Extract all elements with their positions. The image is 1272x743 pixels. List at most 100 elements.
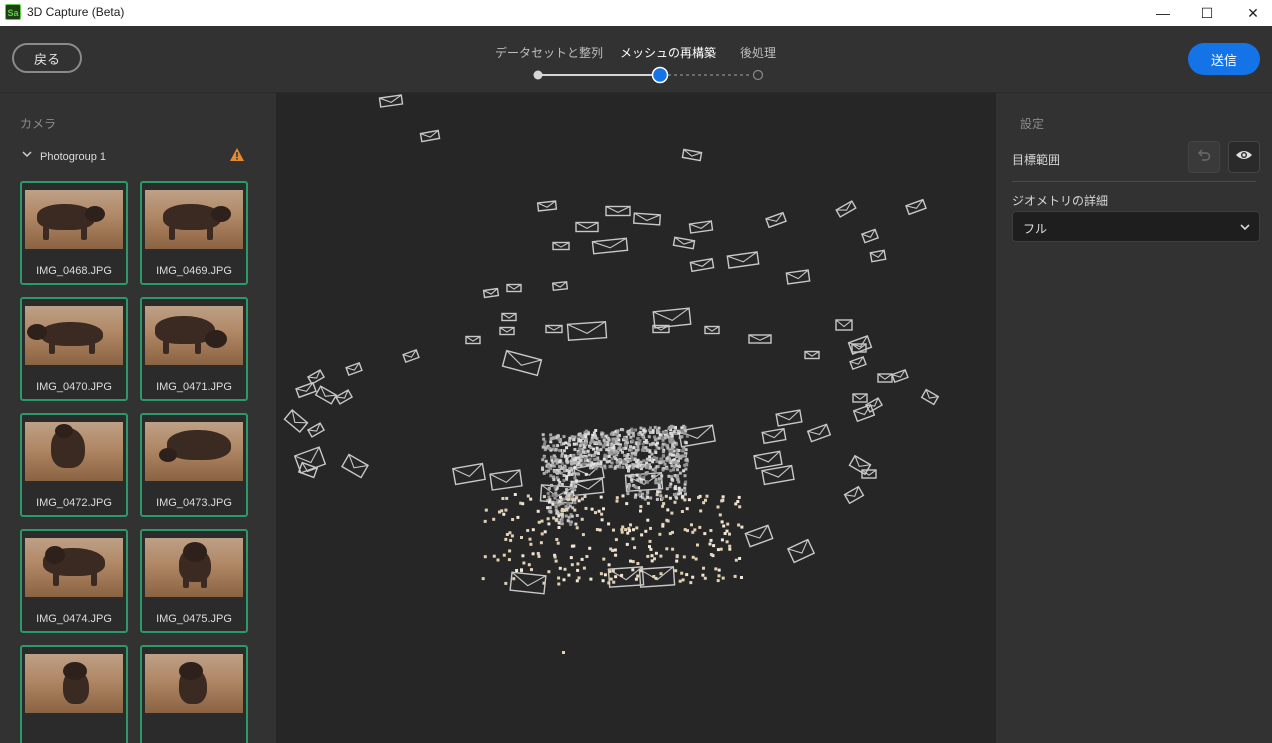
thumbnail-image bbox=[25, 538, 123, 597]
undo-icon bbox=[1196, 147, 1212, 168]
camera-frustum[interactable] bbox=[419, 129, 441, 143]
camera-frustum[interactable] bbox=[506, 283, 522, 293]
camera-thumbnail[interactable]: IMG_0468.JPG bbox=[20, 181, 128, 285]
settings-divider bbox=[1012, 181, 1256, 182]
camera-frustum[interactable] bbox=[852, 393, 868, 403]
camera-frustum[interactable] bbox=[860, 228, 880, 244]
camera-frustum[interactable] bbox=[852, 403, 876, 423]
camera-frustum[interactable] bbox=[843, 485, 865, 505]
camera-frustum[interactable] bbox=[869, 249, 887, 263]
camera-frustum[interactable] bbox=[835, 200, 857, 218]
eye-icon bbox=[1235, 148, 1253, 166]
camera-frustum[interactable] bbox=[835, 319, 853, 331]
toggle-target-visibility-button[interactable] bbox=[1228, 141, 1260, 173]
camera-frustum[interactable] bbox=[753, 450, 783, 470]
camera-frustum[interactable] bbox=[765, 211, 787, 229]
camera-frustum[interactable] bbox=[552, 241, 570, 251]
camera-thumbnail[interactable]: IMG_0470.JPG bbox=[20, 297, 128, 401]
camera-frustum[interactable] bbox=[848, 454, 872, 476]
camera-frustum[interactable] bbox=[920, 388, 940, 406]
geometry-detail-value: フル bbox=[1023, 222, 1048, 236]
camera-frustum[interactable] bbox=[775, 409, 803, 427]
camera-frustum[interactable] bbox=[536, 200, 558, 212]
reset-target-button[interactable] bbox=[1188, 141, 1220, 173]
camera-frustum[interactable] bbox=[499, 326, 515, 336]
camera-frustum[interactable] bbox=[283, 408, 309, 434]
camera-frustum[interactable] bbox=[465, 335, 481, 345]
step-dot-done bbox=[533, 70, 543, 80]
step-progress-track bbox=[533, 66, 764, 84]
camera-thumbnail[interactable] bbox=[20, 645, 128, 743]
camera-frustum[interactable] bbox=[402, 348, 420, 364]
camera-frustum[interactable] bbox=[891, 368, 909, 384]
thumbnail-image bbox=[25, 190, 123, 249]
thumbnail-filename: IMG_0468.JPG bbox=[36, 265, 112, 277]
camera-frustum[interactable] bbox=[482, 287, 500, 299]
camera-frustum[interactable] bbox=[748, 334, 772, 344]
camera-frustum[interactable] bbox=[501, 312, 517, 322]
maximize-button[interactable]: ☐ bbox=[1184, 0, 1230, 26]
camera-frustum[interactable] bbox=[509, 571, 547, 595]
app-logo: Sa bbox=[5, 4, 21, 20]
camera-thumbnail[interactable]: IMG_0475.JPG bbox=[140, 529, 248, 633]
camera-frustum[interactable] bbox=[672, 236, 696, 250]
close-window-button[interactable]: ✕ bbox=[1230, 0, 1272, 26]
camera-frustum[interactable] bbox=[334, 389, 354, 405]
camera-frustum[interactable] bbox=[378, 94, 404, 108]
camera-frustum[interactable] bbox=[804, 350, 820, 360]
camera-thumbnail[interactable]: IMG_0469.JPG bbox=[140, 181, 248, 285]
camera-frustum[interactable] bbox=[314, 385, 338, 405]
camera-frustum[interactable] bbox=[849, 355, 867, 371]
camera-frustum[interactable] bbox=[681, 148, 703, 162]
warning-icon[interactable] bbox=[229, 147, 245, 168]
camera-frustum[interactable] bbox=[761, 427, 787, 445]
chevron-down-icon[interactable] bbox=[22, 149, 32, 162]
thumbnail-image bbox=[145, 538, 243, 597]
camera-frustum[interactable] bbox=[489, 469, 523, 491]
photogroup-header[interactable]: Photogroup 1 bbox=[22, 147, 252, 168]
geometry-detail-select[interactable]: フル bbox=[1012, 211, 1260, 242]
thumbnail-image bbox=[145, 422, 243, 481]
camera-frustum[interactable] bbox=[786, 538, 816, 564]
window-titlebar: Sa 3D Capture (Beta) — ☐ ✕ bbox=[0, 0, 1272, 26]
camera-frustum[interactable] bbox=[704, 325, 720, 335]
thumbnail-image bbox=[145, 654, 243, 713]
camera-point-cloud-scene[interactable] bbox=[276, 93, 996, 743]
camera-frustum[interactable] bbox=[632, 212, 662, 226]
camera-frustum[interactable] bbox=[551, 281, 569, 291]
camera-frustum[interactable] bbox=[726, 251, 760, 269]
camera-frustum[interactable] bbox=[605, 205, 631, 217]
camera-frustum[interactable] bbox=[295, 381, 317, 399]
camera-thumbnail[interactable]: IMG_0473.JPG bbox=[140, 413, 248, 517]
camera-frustum[interactable] bbox=[306, 369, 326, 385]
camera-frustum[interactable] bbox=[341, 453, 369, 479]
camera-frustum[interactable] bbox=[761, 464, 795, 486]
camera-frustum[interactable] bbox=[864, 397, 884, 413]
camera-thumbnail[interactable]: IMG_0471.JPG bbox=[140, 297, 248, 401]
camera-frustum[interactable] bbox=[806, 423, 832, 443]
camera-frustum[interactable] bbox=[851, 343, 867, 353]
camera-frustum[interactable] bbox=[689, 257, 715, 273]
thumbnail-image bbox=[25, 422, 123, 481]
chevron-down-icon bbox=[1239, 220, 1251, 238]
camera-frustum[interactable] bbox=[306, 422, 326, 438]
camera-frustum[interactable] bbox=[345, 361, 363, 377]
camera-frustum[interactable] bbox=[744, 524, 774, 548]
camera-frustum[interactable] bbox=[688, 220, 714, 234]
camera-frustum[interactable] bbox=[452, 462, 486, 486]
camera-frustum[interactable] bbox=[545, 324, 563, 334]
thumbnail-filename: IMG_0470.JPG bbox=[36, 381, 112, 393]
camera-frustum[interactable] bbox=[501, 349, 543, 377]
camera-frustum[interactable] bbox=[575, 221, 599, 233]
camera-frustum[interactable] bbox=[591, 237, 629, 255]
submit-button[interactable]: 送信 bbox=[1188, 43, 1260, 75]
camera-frustum[interactable] bbox=[905, 198, 927, 216]
camera-thumbnail[interactable] bbox=[140, 645, 248, 743]
camera-thumbnail[interactable]: IMG_0474.JPG bbox=[20, 529, 128, 633]
3d-viewport[interactable] bbox=[276, 93, 996, 743]
camera-frustum[interactable] bbox=[785, 269, 811, 285]
camera-frustum[interactable] bbox=[877, 373, 893, 383]
camera-frustum[interactable] bbox=[566, 320, 608, 342]
camera-thumbnail[interactable]: IMG_0472.JPG bbox=[20, 413, 128, 517]
minimize-button[interactable]: — bbox=[1140, 0, 1186, 26]
